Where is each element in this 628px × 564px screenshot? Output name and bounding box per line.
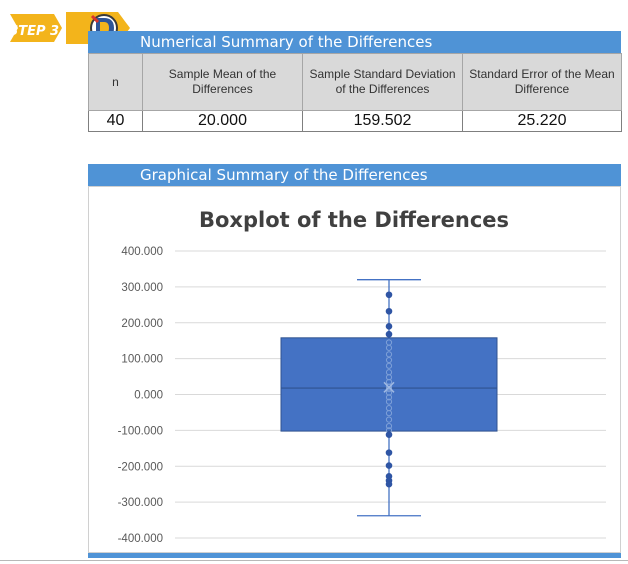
boxplot-chart-area: Boxplot of the Differences 400.000 300.00…	[88, 186, 621, 553]
data-point	[385, 291, 393, 299]
summary-header-row: n Sample Mean of the Differences Sample …	[88, 53, 622, 111]
y-tick-label: -300.000	[118, 497, 163, 509]
page-divider	[0, 560, 628, 561]
y-tick-label: -100.000	[118, 425, 163, 437]
y-tick-label: -200.000	[118, 461, 163, 473]
header-sample-mean: Sample Mean of the Differences	[142, 53, 303, 111]
step-label: STEP 3	[9, 24, 59, 39]
boxplot-chart: Boxplot of the Differences 400.000 300.00…	[118, 208, 606, 545]
graphical-summary-title: Graphical Summary of the Differences	[88, 164, 621, 186]
y-tick-label: -400.000	[118, 533, 163, 545]
y-tick-label: 100.000	[121, 354, 163, 366]
summary-value-row: 40 20.000 159.502 25.220	[88, 110, 622, 132]
data-point	[385, 431, 393, 438]
data-point	[385, 330, 393, 338]
data-point	[385, 449, 393, 456]
header-sample-sd: Sample Standard Deviation of the Differe…	[302, 53, 463, 111]
y-tick-label: 300.000	[121, 282, 163, 294]
value-sample-sd: 159.502	[302, 110, 463, 132]
data-point	[385, 307, 393, 315]
value-standard-error: 25.220	[462, 110, 622, 132]
data-point	[385, 462, 393, 469]
header-n: n	[88, 53, 143, 111]
data-point	[385, 480, 393, 488]
value-sample-mean: 20.000	[142, 110, 303, 132]
y-tick-label: 0.000	[134, 390, 163, 402]
value-n: 40	[88, 110, 143, 132]
header-standard-error: Standard Error of the Mean Difference	[462, 53, 622, 111]
numerical-summary-table: n Sample Mean of the Differences Sample …	[88, 53, 622, 132]
y-tick-label: 200.000	[121, 318, 163, 330]
data-point	[385, 323, 393, 330]
chart-title: Boxplot of the Differences	[199, 208, 509, 232]
y-tick-label: 400.000	[121, 246, 163, 258]
numerical-summary-title: Numerical Summary of the Differences	[88, 31, 621, 53]
bottom-accent-line	[88, 553, 621, 558]
